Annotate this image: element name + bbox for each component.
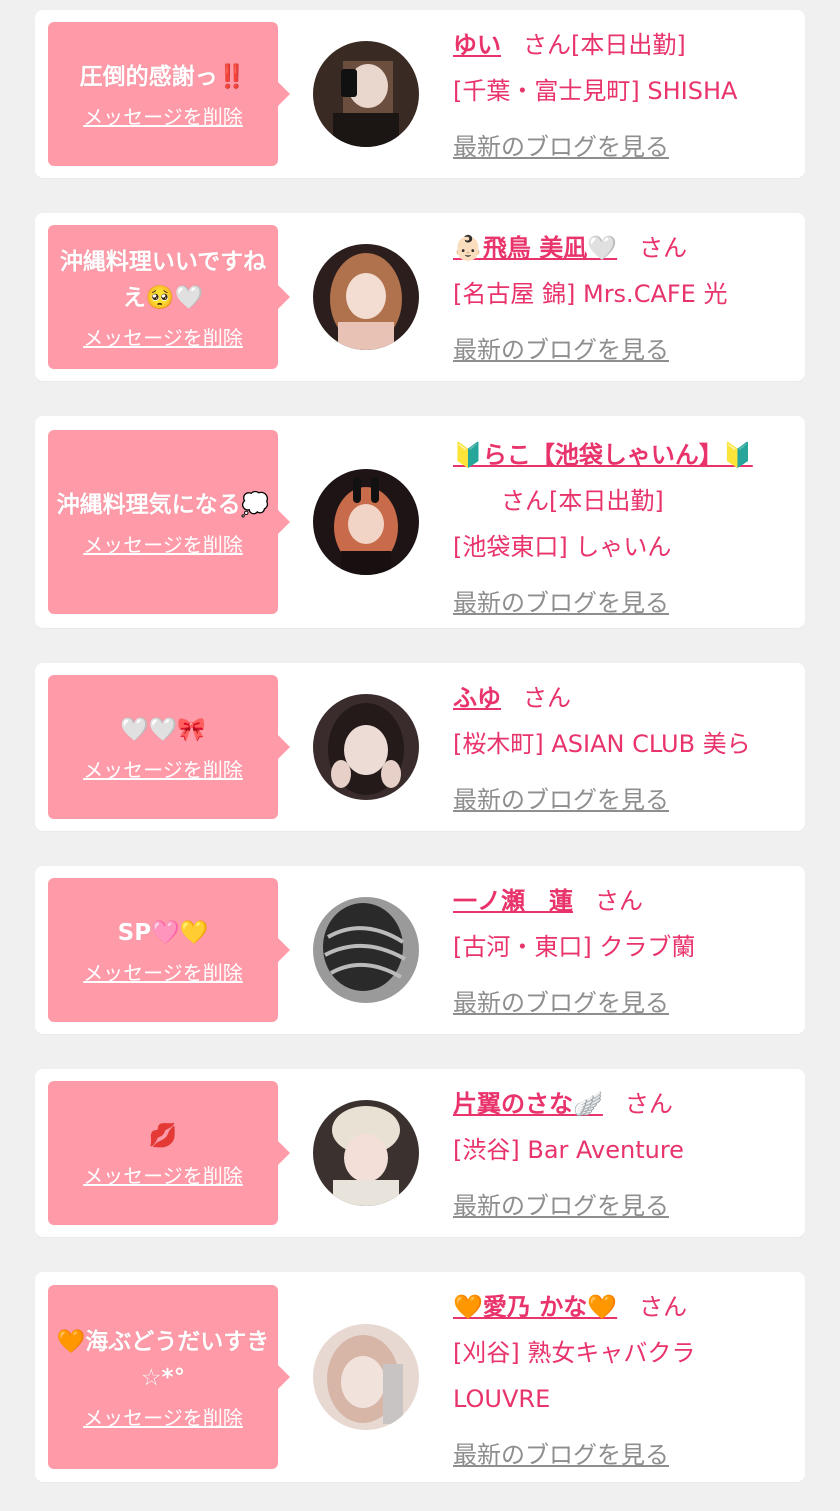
message-card: 沖縄料理気になる💭 メッセージを削除 🔰らこ【池袋しゃいん】🔰 さん[本日出勤]… — [35, 416, 805, 628]
avatar-photo — [313, 469, 419, 575]
cast-name-link[interactable]: 👶🏻飛鳥 美凪🤍 — [453, 234, 617, 262]
message-bubble: 沖縄料理いいですねえ🥺🤍 メッセージを削除 — [48, 225, 290, 369]
shop-name: [渋谷] Bar Aventure — [453, 1136, 684, 1164]
avatar[interactable] — [313, 694, 419, 800]
message-bubble: 🤍🤍🎀 メッセージを削除 — [48, 675, 290, 819]
cast-name-link[interactable]: ゆい — [453, 31, 501, 59]
honorific-text: さん[本日出勤] — [523, 31, 686, 59]
avatar-photo — [313, 1100, 419, 1206]
message-text: 🤍🤍🎀 — [120, 716, 206, 743]
avatar-photo — [313, 1324, 419, 1430]
delete-message-link[interactable]: メッセージを削除 — [83, 957, 243, 986]
honorific-text: さん — [639, 1293, 688, 1321]
message-text: 🧡海ぶどうだいすき☆*° — [56, 1328, 270, 1391]
shop-name: [池袋東口] しゃいん — [453, 533, 672, 561]
message-card: 💋 メッセージを削除 片翼のさな🪽 さん [渋谷] Bar Aventure 最新… — [35, 1069, 805, 1237]
message-text: 沖縄料理いいですねえ🥺🤍 — [59, 248, 267, 311]
latest-blog-link[interactable]: 最新のブログを見る — [453, 580, 791, 626]
avatar[interactable] — [313, 897, 419, 1003]
honorific-text: さん — [639, 234, 688, 262]
cast-name-link[interactable]: 一ノ瀬 蓮 — [453, 887, 573, 915]
honorific-text: さん — [624, 1090, 673, 1118]
message-bubble: SP🩷💛 メッセージを削除 — [48, 878, 290, 1022]
message-bubble: 💋 メッセージを削除 — [48, 1081, 290, 1225]
avatar-photo — [313, 897, 419, 1003]
delete-message-link[interactable]: メッセージを削除 — [83, 322, 243, 351]
latest-blog-link[interactable]: 最新のブログを見る — [453, 980, 791, 1026]
message-text: 💋 — [148, 1122, 178, 1149]
message-list: 圧倒的感謝っ‼️ メッセージを削除 ゆい さん[本日出勤] [千葉・富士見町] S… — [0, 0, 840, 1511]
avatar[interactable] — [313, 41, 419, 147]
delete-message-link[interactable]: メッセージを削除 — [83, 754, 243, 783]
avatar[interactable] — [313, 1324, 419, 1430]
delete-message-link[interactable]: メッセージを削除 — [83, 1160, 243, 1189]
honorific-text: さん — [595, 887, 643, 915]
shop-name: [刈谷] 熟女キャバクラ LOUVRE — [453, 1339, 696, 1413]
message-bubble: 圧倒的感謝っ‼️ メッセージを削除 — [48, 22, 290, 166]
delete-message-link[interactable]: メッセージを削除 — [83, 1402, 243, 1431]
avatar-photo — [313, 244, 419, 350]
message-card: 🤍🤍🎀 メッセージを削除 ふゆ さん [桜木町] ASIAN CLUB 美ら 最新… — [35, 663, 805, 831]
message-text: 圧倒的感謝っ‼️ — [79, 63, 247, 90]
avatar[interactable] — [313, 469, 419, 575]
cast-name-link[interactable]: 🔰らこ【池袋しゃいん】🔰 — [453, 441, 753, 469]
message-card: 圧倒的感謝っ‼️ メッセージを削除 ゆい さん[本日出勤] [千葉・富士見町] S… — [35, 10, 805, 178]
shop-name: [千葉・富士見町] SHISHA — [453, 77, 738, 105]
shop-name: [桜木町] ASIAN CLUB 美ら — [453, 730, 751, 758]
message-text: SP🩷💛 — [117, 919, 209, 946]
cast-name-link[interactable]: ふゆ — [453, 684, 501, 712]
avatar[interactable] — [313, 1100, 419, 1206]
message-card: 🧡海ぶどうだいすき☆*° メッセージを削除 🧡愛乃 かな🧡 さん [刈谷] 熟女キ… — [35, 1272, 805, 1482]
latest-blog-link[interactable]: 最新のブログを見る — [453, 124, 791, 170]
shop-name: [名古屋 錦] Mrs.CAFE 光 — [453, 280, 728, 308]
message-bubble: 沖縄料理気になる💭 メッセージを削除 — [48, 430, 290, 614]
avatar-photo — [313, 694, 419, 800]
message-text: 沖縄料理気になる💭 — [56, 491, 270, 518]
message-card: 沖縄料理いいですねえ🥺🤍 メッセージを削除 👶🏻飛鳥 美凪🤍 さん [名古屋 錦]… — [35, 213, 805, 381]
latest-blog-link[interactable]: 最新のブログを見る — [453, 1432, 791, 1478]
message-bubble: 🧡海ぶどうだいすき☆*° メッセージを削除 — [48, 1285, 290, 1469]
latest-blog-link[interactable]: 最新のブログを見る — [453, 1183, 791, 1229]
message-card: SP🩷💛 メッセージを削除 一ノ瀬 蓮さん [古河・東口] クラブ蘭 最新のブロ… — [35, 866, 805, 1034]
avatar[interactable] — [313, 244, 419, 350]
cast-name-link[interactable]: 片翼のさな🪽 — [453, 1090, 603, 1118]
latest-blog-link[interactable]: 最新のブログを見る — [453, 327, 791, 373]
delete-message-link[interactable]: メッセージを削除 — [83, 101, 243, 130]
latest-blog-link[interactable]: 最新のブログを見る — [453, 777, 791, 823]
shop-name: [古河・東口] クラブ蘭 — [453, 933, 696, 961]
avatar-photo — [313, 41, 419, 147]
honorific-text: さん — [523, 684, 571, 712]
honorific-text: さん[本日出勤] — [501, 487, 664, 515]
cast-name-link[interactable]: 🧡愛乃 かな🧡 — [453, 1293, 617, 1321]
delete-message-link[interactable]: メッセージを削除 — [83, 529, 243, 558]
